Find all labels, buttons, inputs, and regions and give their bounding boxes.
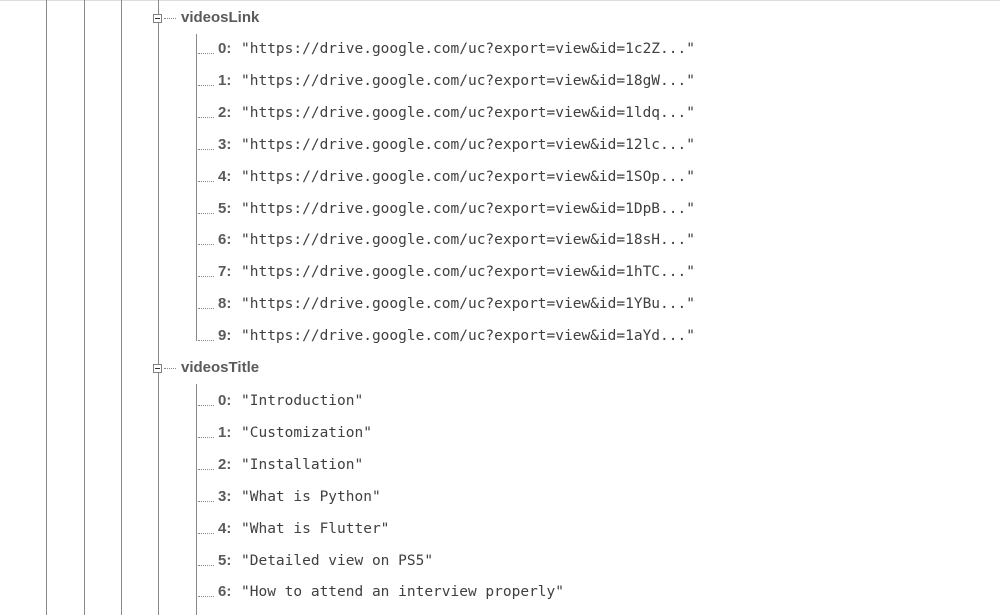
leaf-value[interactable]: "Customization" bbox=[241, 424, 372, 442]
node-key[interactable]: videosTitle bbox=[181, 359, 259, 377]
tree-connector bbox=[164, 368, 176, 369]
tree-connector bbox=[196, 421, 197, 438]
tree-connector bbox=[196, 101, 197, 118]
tree-connector bbox=[164, 18, 176, 19]
collapse-icon[interactable] bbox=[153, 14, 162, 23]
tree-connector bbox=[196, 38, 197, 54]
tree-connector bbox=[198, 340, 214, 342]
leaf-key[interactable]: 2: bbox=[218, 456, 231, 474]
leaf-key[interactable]: 4: bbox=[218, 168, 231, 186]
leaf-key[interactable]: 5: bbox=[218, 552, 231, 570]
tree-connector bbox=[196, 133, 197, 150]
leaf-value[interactable]: "https://drive.google.com/uc?export=view… bbox=[241, 231, 695, 249]
tree-connector bbox=[198, 532, 214, 534]
leaf-key[interactable]: 6: bbox=[218, 231, 231, 249]
tree-connector bbox=[196, 453, 197, 470]
leaf-key[interactable]: 3: bbox=[218, 488, 231, 506]
tree-connector bbox=[196, 581, 197, 598]
leaf-value[interactable]: "https://drive.google.com/uc?export=view… bbox=[241, 295, 695, 313]
tree-connector bbox=[196, 165, 197, 182]
leaf-key[interactable]: 9: bbox=[218, 327, 231, 345]
leaf-value[interactable]: "https://drive.google.com/uc?export=view… bbox=[241, 136, 695, 154]
leaf-value[interactable]: "What is Flutter" bbox=[241, 520, 389, 538]
tree-leaf-row[interactable]: 3: "https://drive.google.com/uc?export=vi… bbox=[0, 126, 1000, 158]
leaf-key[interactable]: 8: bbox=[218, 295, 231, 313]
tree-leaf-row[interactable]: 8: "https://drive.google.com/uc?export=vi… bbox=[0, 285, 1000, 317]
tree-connector bbox=[196, 197, 197, 214]
tree-connector bbox=[198, 564, 214, 566]
tree-connector bbox=[196, 325, 197, 342]
tree-leaf-row[interactable]: 1: "Customization" bbox=[0, 414, 1000, 446]
tree-connector bbox=[196, 69, 197, 86]
leaf-key[interactable]: 6: bbox=[218, 583, 231, 601]
leaf-value[interactable]: "Installation" bbox=[241, 456, 363, 474]
leaf-value[interactable]: "How to attend an interview properly" bbox=[241, 583, 564, 601]
tree-node-videosTitle[interactable]: videosTitle bbox=[0, 351, 1000, 383]
tree-connector bbox=[198, 84, 214, 86]
leaf-value[interactable]: "https://drive.google.com/uc?export=view… bbox=[241, 168, 695, 186]
tree-connector bbox=[196, 261, 197, 278]
tree-connector bbox=[198, 276, 214, 278]
tree-connector bbox=[196, 229, 197, 246]
tree-connector bbox=[198, 53, 214, 54]
tree-connector bbox=[198, 116, 214, 118]
leaf-value[interactable]: "https://drive.google.com/uc?export=view… bbox=[241, 72, 695, 90]
tree-leaf-row[interactable]: 4: "https://drive.google.com/uc?export=vi… bbox=[0, 158, 1000, 190]
tree-connector bbox=[196, 390, 197, 406]
tree-leaf-row[interactable]: 0: "Introduction" bbox=[0, 382, 1000, 414]
tree-connector bbox=[198, 308, 214, 310]
leaf-key[interactable]: 5: bbox=[218, 200, 231, 218]
leaf-key[interactable]: 7: bbox=[218, 263, 231, 281]
tree-connector bbox=[196, 549, 197, 566]
leaf-key[interactable]: 2: bbox=[218, 104, 231, 122]
leaf-value[interactable]: "Introduction" bbox=[241, 392, 363, 410]
tree-connector bbox=[198, 405, 214, 406]
leaf-value[interactable]: "https://drive.google.com/uc?export=view… bbox=[241, 40, 695, 58]
leaf-value[interactable]: "https://drive.google.com/uc?export=view… bbox=[241, 263, 695, 281]
leaf-key[interactable]: 0: bbox=[218, 40, 231, 58]
tree-connector bbox=[198, 500, 214, 502]
leaf-value[interactable]: "https://drive.google.com/uc?export=view… bbox=[241, 104, 695, 122]
leaf-key[interactable]: 3: bbox=[218, 136, 231, 154]
tree-connector bbox=[198, 596, 214, 598]
node-key[interactable]: videosLink bbox=[181, 9, 259, 27]
leaf-value[interactable]: "What is Python" bbox=[241, 488, 381, 506]
tree-leaf-row[interactable]: 6: "https://drive.google.com/uc?export=vi… bbox=[0, 221, 1000, 253]
tree-leaf-row[interactable]: 9: "https://drive.google.com/uc?export=vi… bbox=[0, 317, 1000, 349]
leaf-value[interactable]: "Detailed view on PS5" bbox=[241, 552, 433, 570]
tree-leaf-row[interactable]: 4: "What is Flutter" bbox=[0, 510, 1000, 542]
leaf-value[interactable]: "https://drive.google.com/uc?export=view… bbox=[241, 200, 695, 218]
tree-connector bbox=[198, 212, 214, 214]
tree-connector bbox=[198, 244, 214, 246]
tree-leaf-row[interactable]: 7: "https://drive.google.com/uc?export=vi… bbox=[0, 253, 1000, 285]
tree-connector bbox=[198, 468, 214, 470]
leaf-key[interactable]: 1: bbox=[218, 72, 231, 90]
tree-connector bbox=[196, 485, 197, 502]
leaf-key[interactable]: 1: bbox=[218, 424, 231, 442]
tree-leaf-row[interactable]: 6: "How to attend an interview properly" bbox=[0, 573, 1000, 605]
tree-leaf-row[interactable]: 5: "Detailed view on PS5" bbox=[0, 542, 1000, 574]
tree-connector bbox=[196, 517, 197, 534]
tree-leaf-row[interactable]: 1: "https://drive.google.com/uc?export=vi… bbox=[0, 62, 1000, 94]
tree-connector bbox=[198, 148, 214, 150]
tree-connector bbox=[198, 436, 214, 438]
tree-node-videosLink[interactable]: videosLink bbox=[0, 1, 1000, 33]
tree-leaf-row[interactable]: 2: "https://drive.google.com/uc?export=vi… bbox=[0, 94, 1000, 126]
tree-leaf-row[interactable]: 2: "Installation" bbox=[0, 446, 1000, 478]
tree-connector bbox=[196, 293, 197, 310]
leaf-key[interactable]: 4: bbox=[218, 520, 231, 538]
tree-connector bbox=[198, 180, 214, 182]
collapse-icon[interactable] bbox=[153, 364, 162, 373]
leaf-key[interactable]: 0: bbox=[218, 392, 231, 410]
tree-leaf-row[interactable]: 3: "What is Python" bbox=[0, 478, 1000, 510]
leaf-value[interactable]: "https://drive.google.com/uc?export=view… bbox=[241, 327, 695, 345]
tree-leaf-row[interactable]: 5: "https://drive.google.com/uc?export=vi… bbox=[0, 190, 1000, 222]
tree-leaf-row[interactable]: 0: "https://drive.google.com/uc?export=vi… bbox=[0, 30, 1000, 62]
